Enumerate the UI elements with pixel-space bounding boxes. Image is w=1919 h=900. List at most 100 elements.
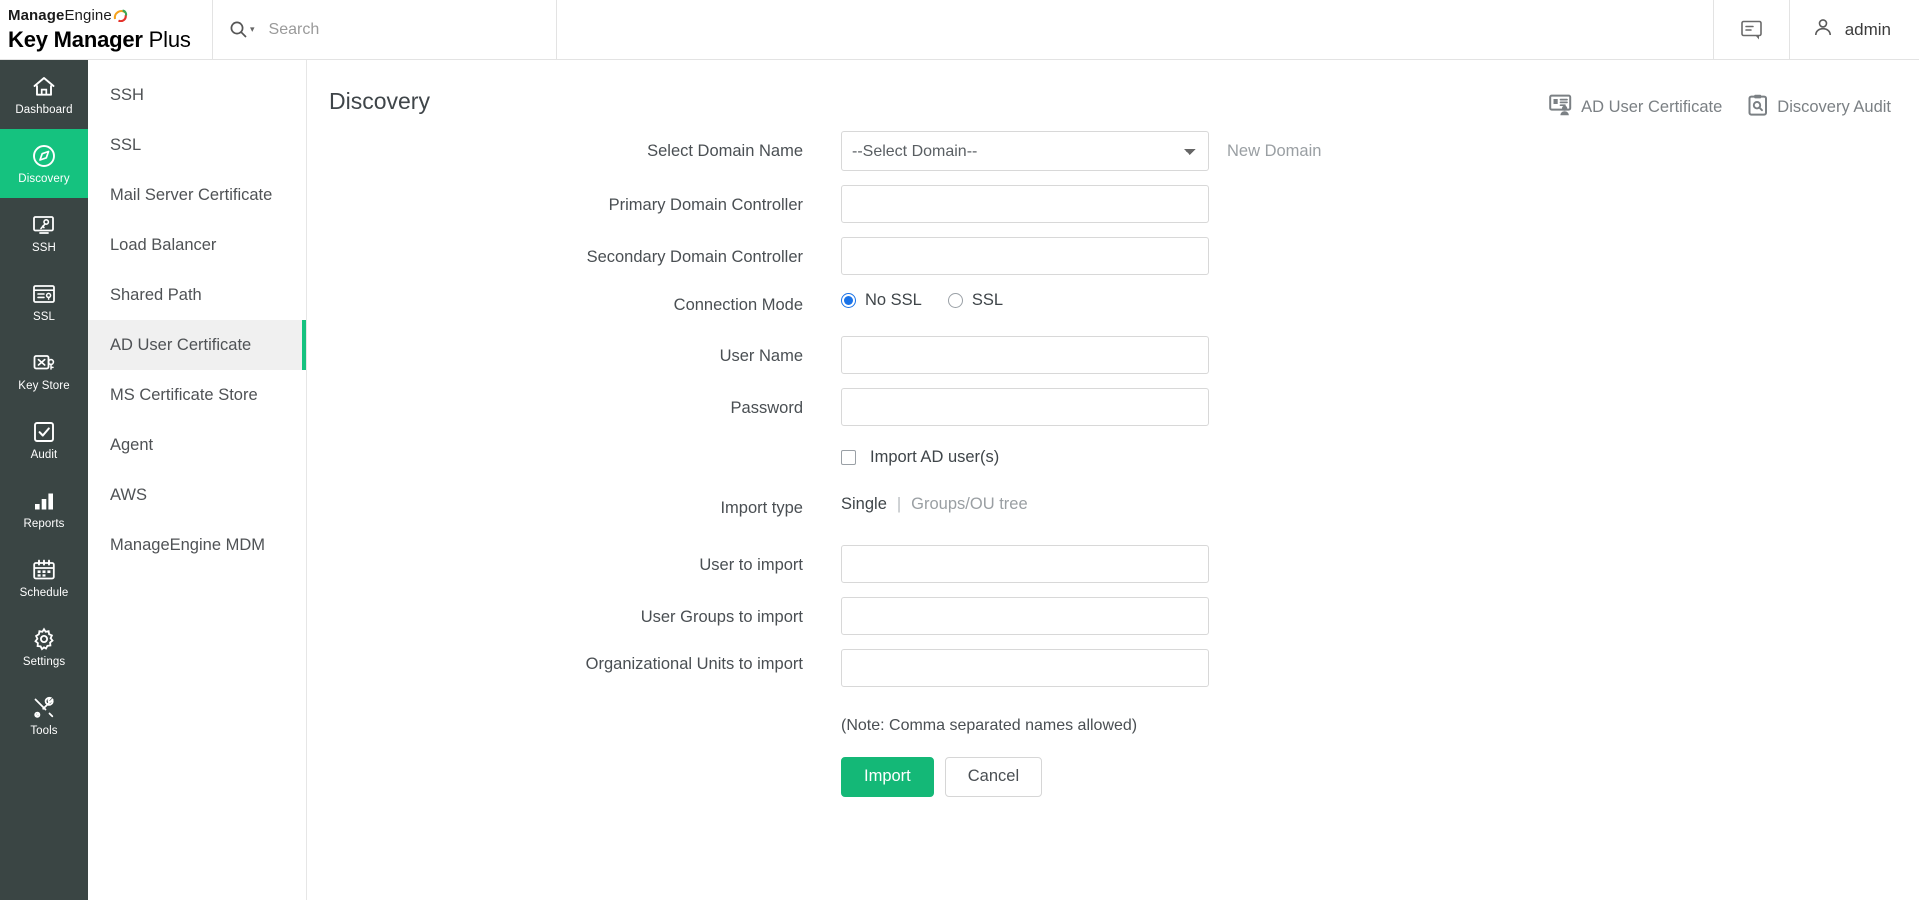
discovery-audit-link[interactable]: Discovery Audit: [1748, 94, 1891, 121]
subnav-item-mail-server-certificate[interactable]: Mail Server Certificate: [88, 170, 306, 220]
secondary-sidebar: SSH SSL Mail Server Certificate Load Bal…: [88, 60, 307, 900]
label-spacer-import-ad-users: [307, 448, 841, 457]
form-row-user-to-import: User to import: [307, 544, 1919, 583]
checkbox-audit-icon: [31, 419, 57, 445]
label-import-type: Import type: [720, 498, 803, 517]
import-type-single[interactable]: Single: [841, 495, 887, 514]
global-search[interactable]: ▾: [212, 0, 557, 59]
primary-domain-controller-input[interactable]: [841, 185, 1209, 223]
form-actions: Import Cancel: [841, 756, 1043, 797]
import-ad-users-checkbox[interactable]: [841, 449, 856, 465]
sidebar-item-ssh[interactable]: SSH: [0, 198, 88, 267]
control-primary-domain-controller: [841, 185, 1209, 223]
subnav-item-manageengine-mdm[interactable]: ManageEngine MDM: [88, 520, 306, 570]
sidebar-label-audit: Audit: [30, 448, 58, 461]
ad-discovery-form: Select Domain Name --Select Domain-- New…: [307, 121, 1919, 797]
search-icon[interactable]: ▾: [229, 20, 255, 39]
clipboard-search-icon: [1748, 94, 1768, 121]
calendar-icon: [31, 557, 57, 583]
form-row-user-groups-to-import: User Groups to import: [307, 596, 1919, 635]
subnav-label: ManageEngine MDM: [110, 535, 265, 554]
label-connection-mode: Connection Mode: [673, 296, 803, 314]
brand-keymanager-text: Key Manager: [8, 26, 143, 52]
user-groups-to-import-input[interactable]: [841, 596, 1209, 635]
form-row-connection-mode: Connection Mode No SSL SSL: [307, 289, 1919, 318]
bar-chart-icon: [31, 488, 57, 514]
discovery-audit-link-label: Discovery Audit: [1777, 98, 1891, 116]
sidebar-item-audit[interactable]: Audit: [0, 405, 88, 474]
subnav-item-load-balancer[interactable]: Load Balancer: [88, 220, 306, 270]
subnav-item-ssl[interactable]: SSL: [88, 120, 306, 170]
password-input[interactable]: [841, 387, 1209, 426]
form-row-user-name: User Name: [307, 335, 1919, 374]
sidebar-item-reports[interactable]: Reports: [0, 474, 88, 543]
domain-select[interactable]: --Select Domain--: [841, 131, 1209, 171]
sidebar-item-key-store[interactable]: Key Store: [0, 336, 88, 405]
app-logo[interactable]: ManageEngine Key Manager Plus: [0, 0, 212, 59]
brand-product-name: Key Manager Plus: [8, 27, 212, 52]
form-row-secondary-dc: Secondary Domain Controller: [307, 237, 1919, 275]
subnav-item-ad-user-certificate[interactable]: AD User Certificate: [88, 320, 306, 370]
brand-manage-text: Manage: [8, 6, 65, 24]
form-row-domain: Select Domain Name --Select Domain-- New…: [307, 131, 1919, 171]
subnav-item-shared-path[interactable]: Shared Path: [88, 270, 306, 320]
announcement-icon[interactable]: [1712, 0, 1789, 59]
sidebar-label-key-store: Key Store: [18, 379, 70, 392]
import-button[interactable]: Import: [841, 756, 934, 797]
user-menu[interactable]: admin: [1788, 0, 1919, 59]
radio-ssl[interactable]: SSL: [947, 291, 1004, 310]
subnav-label: Load Balancer: [110, 235, 217, 254]
form-row-import-type: Import type Single | Groups/OU tree: [307, 495, 1919, 521]
radio-ssl-indicator[interactable]: [947, 293, 963, 308]
sidebar-label-settings: Settings: [22, 655, 66, 668]
control-org-units-to-import: [841, 648, 1209, 687]
form-row-org-units-to-import: Organizational Units to import: [307, 648, 1919, 687]
org-units-to-import-input[interactable]: [841, 648, 1209, 687]
sidebar-label-tools: Tools: [30, 724, 58, 737]
sidebar-label-reports: Reports: [23, 517, 65, 530]
subnav-item-ms-certificate-store[interactable]: MS Certificate Store: [88, 370, 306, 420]
new-domain-link[interactable]: New Domain: [1227, 142, 1321, 161]
radio-no-ssl-indicator[interactable]: [841, 293, 856, 308]
sidebar-label-ssh: SSH: [32, 241, 56, 254]
import-ad-users-checkbox-row[interactable]: Import AD user(s): [841, 448, 999, 467]
subnav-item-aws[interactable]: AWS: [88, 470, 306, 520]
primary-sidebar: Dashboard Discovery SSH SSL Key Store Au…: [0, 60, 88, 900]
label-spacer-actions: [307, 757, 841, 766]
brand-plus-text: Plus: [142, 26, 191, 52]
form-row-actions: Import Cancel: [307, 756, 1919, 797]
sidebar-label-dashboard: Dashboard: [15, 103, 73, 116]
sidebar-item-schedule[interactable]: Schedule: [0, 543, 88, 612]
form-row-note: (Note: Comma separated names allowed): [307, 717, 1919, 735]
sidebar-item-discovery[interactable]: Discovery: [0, 129, 88, 198]
cancel-button[interactable]: Cancel: [944, 756, 1043, 797]
sidebar-item-dashboard[interactable]: Dashboard: [0, 60, 88, 129]
sidebar-label-schedule: Schedule: [19, 586, 69, 599]
sidebar-item-settings[interactable]: Settings: [0, 612, 88, 681]
form-row-import-ad-users: Import AD user(s): [307, 448, 1919, 467]
subnav-item-ssh[interactable]: SSH: [88, 70, 306, 120]
chevron-down-icon[interactable]: ▾: [250, 24, 255, 35]
ad-user-certificate-link[interactable]: AD User Certificate: [1549, 94, 1722, 121]
home-icon: [31, 74, 57, 100]
import-type-groups-ou-tree[interactable]: Groups/OU tree: [911, 495, 1027, 514]
user-name-label: admin: [1844, 19, 1891, 39]
header-links: AD User Certificate Discovery Audit: [1549, 88, 1891, 121]
radio-ssl-label: SSL: [971, 291, 1004, 309]
label-primary-domain-controller: Primary Domain Controller: [608, 196, 803, 214]
control-password: [841, 387, 1209, 426]
search-input[interactable]: [268, 20, 540, 39]
secondary-domain-controller-input[interactable]: [841, 237, 1209, 275]
label-user-to-import: User to import: [699, 555, 803, 574]
radio-no-ssl[interactable]: No SSL: [841, 291, 922, 310]
control-user-name: [841, 335, 1209, 374]
subnav-label: SSH: [110, 85, 144, 104]
subnav-item-agent[interactable]: Agent: [88, 420, 306, 470]
subnav-label: SSL: [110, 135, 142, 154]
user-to-import-input[interactable]: [841, 544, 1209, 583]
label-org-units-to-import: Organizational Units to import: [585, 654, 803, 673]
sidebar-item-ssl[interactable]: SSL: [0, 267, 88, 336]
sidebar-item-tools[interactable]: Tools: [0, 681, 88, 750]
user-name-input[interactable]: [841, 335, 1209, 374]
